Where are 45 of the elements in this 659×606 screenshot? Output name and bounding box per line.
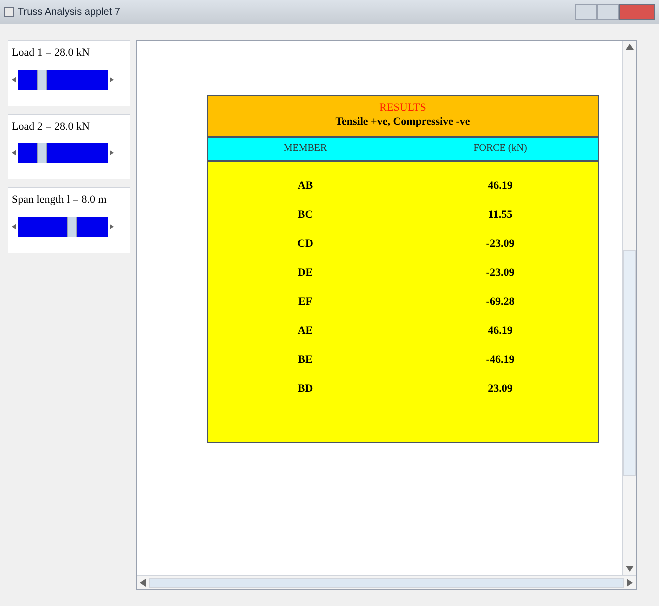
- results-subtitle: Tensile +ve, Compressive -ve: [336, 116, 470, 130]
- table-cell-text: 23.09: [488, 382, 513, 397]
- app-icon: [4, 7, 14, 17]
- down-arrow-icon[interactable]: [626, 566, 634, 572]
- table-cell-text: BC: [298, 208, 314, 223]
- slider-label: Load 2 = 28.0 kN: [12, 120, 91, 134]
- slider-track[interactable]: [18, 216, 108, 236]
- table-cell-text: 46.19: [488, 178, 513, 194]
- column-header: MEMBER: [284, 142, 328, 156]
- right-arrow-icon[interactable]: [110, 150, 114, 156]
- window-title: Truss Analysis applet 7: [18, 6, 120, 20]
- scroll-thumb[interactable]: [149, 578, 624, 588]
- scroll-thumb[interactable]: [623, 250, 636, 476]
- table-cell-text: -23.09: [486, 266, 515, 281]
- slider-thumb[interactable]: [67, 216, 77, 236]
- table-cell-text: -69.28: [486, 294, 515, 310]
- left-arrow-icon[interactable]: [12, 150, 16, 156]
- column-header: FORCE (kN): [474, 142, 528, 156]
- slider-label: Span length l = 8.0 m: [12, 193, 108, 208]
- table-cell-text: 11.55: [488, 208, 513, 223]
- right-arrow-icon[interactable]: [627, 578, 633, 586]
- table-cell-text: CD: [298, 236, 314, 252]
- table-cell-text: EF: [298, 294, 313, 310]
- left-arrow-icon[interactable]: [12, 76, 16, 82]
- slider-track[interactable]: [18, 143, 108, 163]
- up-arrow-icon[interactable]: [626, 44, 634, 50]
- left-arrow-icon[interactable]: [12, 224, 16, 230]
- slider-track[interactable]: [18, 70, 108, 90]
- results-title: RESULTS: [380, 102, 426, 116]
- slider-thumb[interactable]: [37, 70, 48, 90]
- slider-label: Load 1 = 28.0 kN: [12, 46, 91, 61]
- table-cell-text: BE: [298, 352, 313, 368]
- vertical-scrollbar[interactable]: [622, 41, 636, 575]
- horizontal-scrollbar[interactable]: [137, 575, 636, 589]
- table-cell-text: DE: [298, 266, 314, 281]
- right-arrow-icon[interactable]: [110, 224, 114, 230]
- table-cell-text: -23.09: [486, 236, 515, 252]
- table-cell-text: 46.19: [488, 324, 513, 339]
- table-cell-text: AE: [298, 324, 314, 339]
- table-cell-text: -46.19: [486, 352, 515, 368]
- table-cell-text: AB: [298, 178, 314, 194]
- right-arrow-icon[interactable]: [110, 76, 114, 82]
- table-cell-text: BD: [298, 382, 314, 397]
- slider-thumb[interactable]: [37, 143, 48, 163]
- left-arrow-icon[interactable]: [140, 578, 146, 586]
